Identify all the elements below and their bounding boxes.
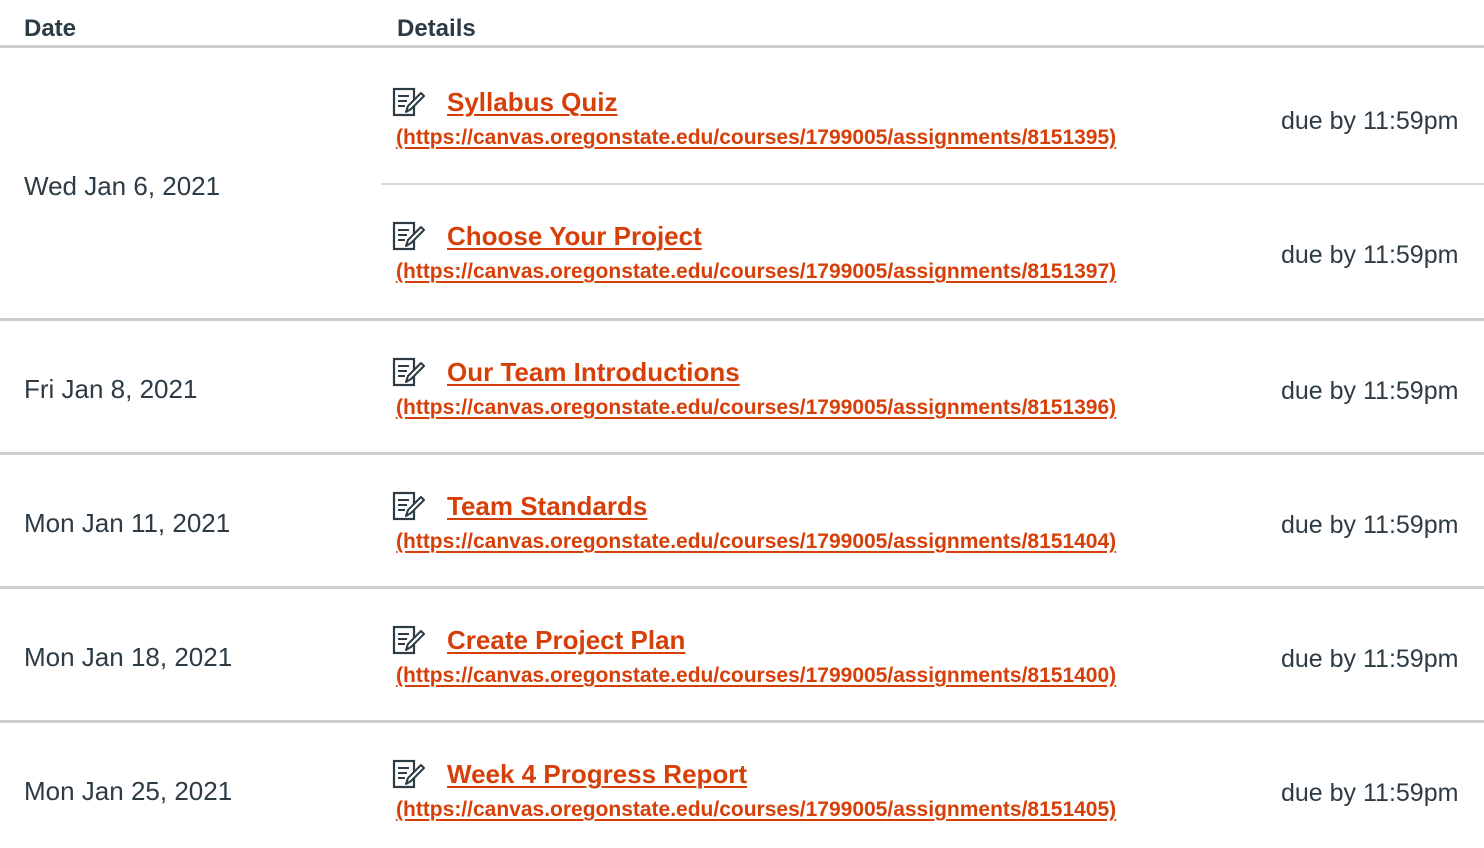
date-row: Mon Jan 25, 2021 Week 4 Progress Report … <box>0 720 1484 848</box>
table-header: Date Details <box>0 0 1484 48</box>
assignment-icon <box>392 87 425 117</box>
syllabus-schedule-table: Date Details Wed Jan 6, 2021 Syllabus Qu… <box>0 0 1484 848</box>
assignment-title-link[interactable]: Team Standards <box>447 491 647 521</box>
assignment-url-link[interactable]: (https://canvas.oregonstate.edu/courses/… <box>396 260 1116 284</box>
assignment-title-link[interactable]: Choose Your Project <box>447 221 702 251</box>
date-column-header: Date <box>24 15 77 42</box>
assignment-item: Syllabus Quiz (https://canvas.oregonstat… <box>0 48 1484 182</box>
assignment-title-link[interactable]: Create Project Plan <box>447 625 685 655</box>
assignment-item: Our Team Introductions (https://canvas.o… <box>0 318 1484 452</box>
date-row: Mon Jan 11, 2021 Team Standards (https:/… <box>0 452 1484 586</box>
date-row: Fri Jan 8, 2021 Our Team Introductions (… <box>0 318 1484 452</box>
assignment-icon <box>392 491 425 521</box>
assignment-title-link[interactable]: Our Team Introductions <box>447 357 740 387</box>
due-time: due by 11:59pm <box>1281 107 1459 135</box>
details-column-header: Details <box>397 15 476 42</box>
assignment-title-link[interactable]: Week 4 Progress Report <box>447 759 747 789</box>
assignment-url-link[interactable]: (https://canvas.oregonstate.edu/courses/… <box>396 664 1116 688</box>
assignment-url-link[interactable]: (https://canvas.oregonstate.edu/courses/… <box>396 126 1116 150</box>
assignment-item: Create Project Plan (https://canvas.oreg… <box>0 586 1484 720</box>
assignment-item: Team Standards (https://canvas.oregonsta… <box>0 452 1484 586</box>
date-row: Mon Jan 18, 2021 Create Project Plan (ht… <box>0 586 1484 720</box>
assignment-icon <box>392 221 425 251</box>
assignment-url-link[interactable]: (https://canvas.oregonstate.edu/courses/… <box>396 798 1116 822</box>
assignment-item: Week 4 Progress Report (https://canvas.o… <box>0 720 1484 848</box>
due-time: due by 11:59pm <box>1281 241 1459 269</box>
assignment-item: Choose Your Project (https://canvas.oreg… <box>0 182 1484 316</box>
assignment-url-link[interactable]: (https://canvas.oregonstate.edu/courses/… <box>396 530 1116 554</box>
due-time: due by 11:59pm <box>1281 377 1459 405</box>
assignment-title-link[interactable]: Syllabus Quiz <box>447 87 618 117</box>
date-row: Wed Jan 6, 2021 Syllabus Quiz (https://c… <box>0 48 1484 318</box>
assignment-icon <box>392 759 425 789</box>
due-time: due by 11:59pm <box>1281 511 1459 539</box>
assignment-icon <box>392 625 425 655</box>
assignment-url-link[interactable]: (https://canvas.oregonstate.edu/courses/… <box>396 396 1116 420</box>
assignment-icon <box>392 357 425 387</box>
due-time: due by 11:59pm <box>1281 779 1459 807</box>
due-time: due by 11:59pm <box>1281 645 1459 673</box>
